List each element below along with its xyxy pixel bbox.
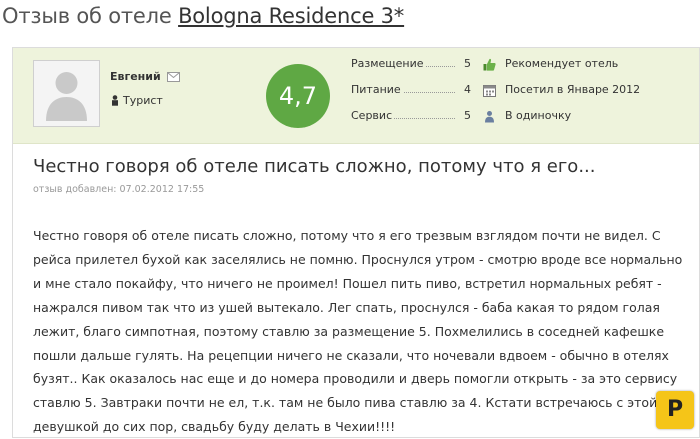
review-summary-bar: Евгений Турист 4,7 Размещение 5 Питание … [13, 48, 699, 144]
rating-label: Питание [351, 83, 403, 96]
rating-value: 5 [462, 109, 471, 122]
page-title-prefix: Отзыв об отеле [2, 4, 172, 28]
meta-recommends-label: Рекомендует отель [505, 57, 619, 70]
rating-value: 5 [462, 57, 471, 70]
site-logo-watermark: P [656, 391, 694, 429]
solo-traveler-icon [485, 111, 494, 123]
review-card: Евгений Турист 4,7 Размещение 5 Питание … [12, 47, 700, 438]
page-title: Отзыв об отеле Bologna Residence 3* [2, 4, 404, 28]
calendar-icon [483, 85, 496, 97]
review-title: Честно говоря об отеле писать сложно, по… [33, 156, 596, 177]
author-name[interactable]: Евгений [110, 70, 161, 83]
mail-icon[interactable] [167, 72, 180, 82]
traveler-type: Турист [123, 94, 163, 107]
overall-score: 4,7 [266, 64, 330, 128]
meta-company-label: В одиночку [505, 109, 572, 122]
meta-visited-label: Посетил в Январе 2012 [505, 83, 641, 96]
rating-label: Сервис [351, 109, 395, 122]
rating-label: Размещение [351, 57, 426, 70]
person-icon [112, 95, 118, 106]
user-silhouette-icon [34, 61, 99, 126]
review-body: Честно говоря об отеле писать сложно, по… [33, 228, 683, 435]
review-date: отзыв добавлен: 07.02.2012 17:55 [33, 184, 205, 195]
avatar[interactable] [33, 60, 100, 127]
rating-value: 4 [462, 83, 471, 96]
thumbs-up-icon [483, 58, 496, 71]
hotel-link[interactable]: Bologna Residence 3* [178, 4, 404, 28]
